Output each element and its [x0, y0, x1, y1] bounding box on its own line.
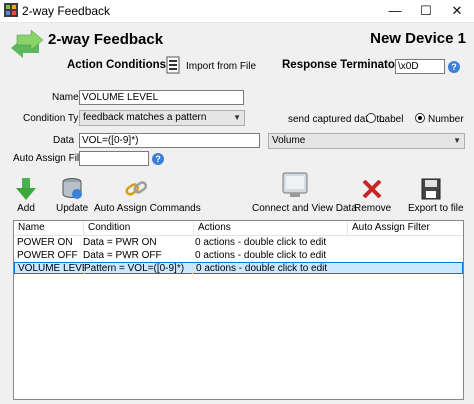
table-row-selected[interactable]: VOLUME LEVEL Pattern = VOL=([0-9]*) 0 ac… [14, 262, 463, 275]
label-radio[interactable] [366, 113, 376, 123]
column-header-auto-assign-filter[interactable]: Auto Assign Filter [348, 221, 463, 235]
table-header: Name Condition Actions Auto Assign Filte… [14, 221, 463, 236]
auto-assign-commands-button[interactable]: Auto Assign Commands [94, 178, 201, 214]
minimize-button[interactable]: — [380, 0, 410, 22]
table-row[interactable]: POWER OFF Data = PWR OFF 0 actions - dou… [14, 250, 463, 262]
number-radio[interactable] [415, 113, 425, 123]
remove-button[interactable]: Remove [354, 178, 392, 214]
row-actions: 0 actions - double click to edit [195, 237, 327, 248]
data-input[interactable] [79, 133, 260, 148]
update-label: Update [56, 203, 89, 214]
floppy-disk-icon [421, 178, 441, 200]
help-icon[interactable]: ? [448, 61, 460, 73]
response-terminator-input[interactable] [395, 59, 445, 74]
export-to-file-label: Export to file [408, 203, 464, 214]
database-icon [62, 178, 82, 199]
row-name: VOLUME LEVEL [18, 263, 85, 274]
table-row[interactable]: POWER ON Data = PWR ON 0 actions - doubl… [14, 237, 463, 249]
row-condition: Pattern = VOL=([0-9]*) [84, 263, 185, 274]
condition-type-select[interactable]: feedback matches a pattern ▼ [79, 110, 245, 126]
add-button[interactable]: Add [10, 178, 42, 214]
column-header-actions[interactable]: Actions [194, 221, 348, 235]
label-radio-text: Label [379, 114, 404, 125]
name-label: Name [52, 92, 79, 103]
row-condition: Data = PWR ON [83, 237, 157, 248]
response-terminator-label: Response Terminator [282, 59, 400, 71]
import-from-file-link[interactable]: Import from File [186, 61, 256, 72]
chevron-down-icon: ▼ [453, 136, 461, 145]
monitor-icon [282, 172, 308, 197]
row-name: POWER ON [17, 237, 73, 248]
row-actions: 0 actions - double click to edit [195, 250, 327, 261]
feedback-table[interactable]: Name Condition Actions Auto Assign Filte… [13, 220, 464, 400]
window-title: 2-way Feedback [22, 4, 111, 18]
feedback-arrows-icon [11, 30, 44, 58]
add-label: Add [17, 203, 35, 214]
condition-type-value: feedback matches a pattern [83, 112, 207, 123]
row-actions: 0 actions - double click to edit [196, 263, 328, 274]
connect-view-data-label: Connect and View Data [252, 203, 357, 214]
close-button[interactable]: ✕ [442, 0, 472, 22]
chevron-down-icon: ▼ [233, 113, 241, 122]
number-radio-text: Number [428, 114, 464, 125]
remove-x-icon [362, 180, 382, 198]
title-bar: 2-way Feedback — ☐ ✕ [0, 0, 474, 23]
update-button[interactable]: Update [56, 178, 88, 214]
chain-link-icon [125, 181, 148, 196]
auto-assign-commands-label: Auto Assign Commands [94, 203, 201, 214]
import-file-icon[interactable] [164, 56, 182, 74]
connect-view-data-button[interactable]: Connect and View Data [252, 172, 357, 214]
row-condition: Data = PWR OFF [83, 250, 162, 261]
page-title: 2-way Feedback [48, 31, 164, 48]
export-to-file-button[interactable]: Export to file [408, 178, 464, 214]
action-conditions-label: Action Conditions [67, 59, 167, 71]
down-arrow-icon [16, 178, 36, 200]
device-name: New Device 1 [370, 30, 466, 47]
maximize-button[interactable]: ☐ [411, 0, 441, 22]
column-header-name[interactable]: Name [14, 221, 84, 235]
target-select[interactable]: Volume ▼ [268, 133, 465, 149]
auto-assign-filter-input[interactable] [79, 151, 149, 166]
app-icon [4, 3, 18, 17]
name-input[interactable] [79, 90, 244, 105]
help-icon[interactable]: ? [152, 153, 164, 165]
target-value: Volume [272, 135, 306, 146]
remove-label: Remove [354, 203, 392, 214]
data-label: Data [53, 135, 75, 146]
column-header-condition[interactable]: Condition [84, 221, 194, 235]
row-name: POWER OFF [17, 250, 78, 261]
